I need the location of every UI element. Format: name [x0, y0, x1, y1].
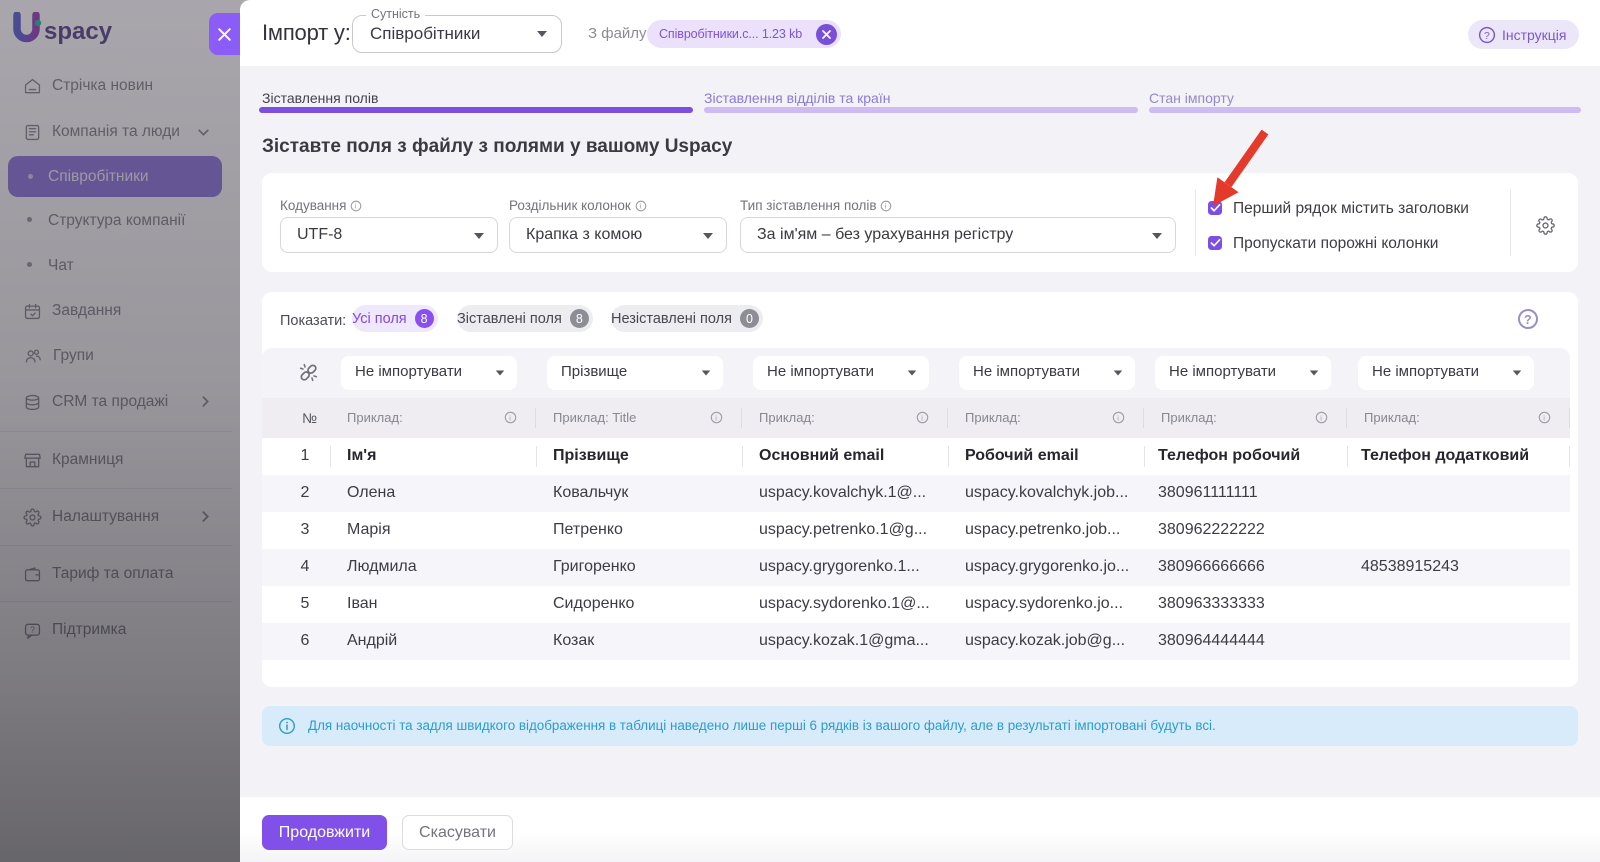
svg-text:i: i [921, 413, 923, 422]
svg-text:i: i [1320, 413, 1322, 422]
svg-text:i: i [355, 202, 357, 211]
svg-text:i: i [639, 202, 641, 211]
svg-text:i: i [1543, 413, 1545, 422]
svg-text:i: i [509, 413, 511, 422]
svg-text:?: ? [1524, 313, 1532, 327]
svg-text:?: ? [1484, 30, 1490, 41]
svg-text:i: i [1117, 413, 1119, 422]
svg-text:i: i [885, 202, 887, 211]
svg-text:i: i [715, 413, 717, 422]
